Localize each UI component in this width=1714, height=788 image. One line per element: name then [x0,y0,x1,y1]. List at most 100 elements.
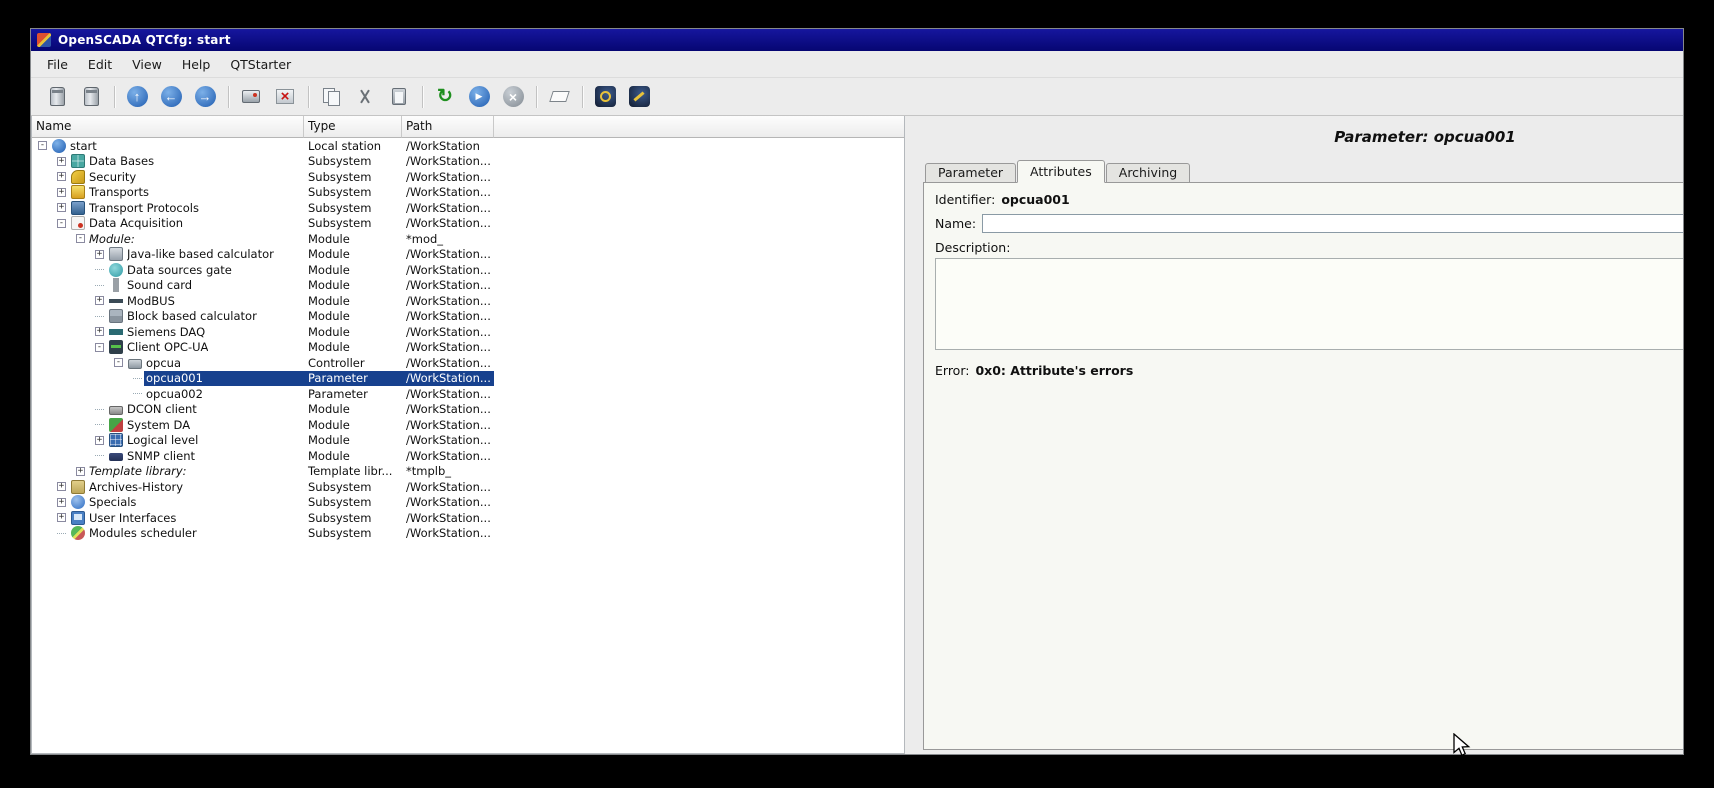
archives-icon [71,480,85,494]
menu-item-qtstarter[interactable]: QTStarter [220,54,301,75]
detail-title: Parameter: opcua001 [923,128,1683,146]
tree-item-type: Subsystem [304,169,402,185]
collapse-toggle-icon[interactable]: - [76,234,85,243]
expand-toggle-icon[interactable]: + [57,172,66,181]
go-forward-button[interactable]: → [189,82,221,112]
toolbar: ↑←→ × ↻ ▶ × [31,78,1683,116]
menu-item-edit[interactable]: Edit [78,54,122,75]
tree-row[interactable]: +Siemens DAQModule/WorkStation... [32,324,904,340]
tree-item-type: Subsystem [304,526,402,542]
save-to-db-button[interactable] [75,82,107,112]
tree-row[interactable]: +TransportsSubsystem/WorkStation... [32,185,904,201]
tree-row[interactable]: -opcuaController/WorkStation... [32,355,904,371]
tree-row[interactable]: +Archives-HistorySubsystem/WorkStation..… [32,479,904,495]
tree-row[interactable]: DCON clientModule/WorkStation... [32,402,904,418]
qtstarter-window-1-button[interactable] [589,82,621,112]
load-from-db-button[interactable] [41,82,73,112]
refresh-tree-button[interactable]: ↻ [429,82,461,112]
tree-row[interactable]: +Transport ProtocolsSubsystem/WorkStatio… [32,200,904,216]
tree-row[interactable]: SNMP clientModule/WorkStation... [32,448,904,464]
expand-toggle-icon[interactable]: + [57,498,66,507]
collapse-toggle-icon[interactable]: - [38,141,47,150]
tree-item-path: /WorkStation... [402,247,494,263]
stop-updating-button[interactable]: × [497,82,529,112]
tree-row[interactable]: +Logical levelModule/WorkStation... [32,433,904,449]
start-icon: ▶ [469,86,490,107]
expand-toggle-icon[interactable]: + [95,296,104,305]
tree-body: -startLocal station/WorkStation+Data Bas… [32,138,904,753]
tree-row[interactable]: +ModBUSModule/WorkStation... [32,293,904,309]
column-header-name[interactable]: Name [32,116,304,138]
expand-toggle-icon[interactable]: + [95,327,104,336]
column-header-type[interactable]: Type [304,116,402,138]
add-item-icon [242,90,260,103]
tree-row[interactable]: +Java-like based calculatorModule/WorkSt… [32,247,904,263]
tree-row[interactable]: -Client OPC-UAModule/WorkStation... [32,340,904,356]
tree-item-path: /WorkStation... [402,200,494,216]
menu-item-help[interactable]: Help [172,54,221,75]
tree-row[interactable]: -startLocal station/WorkStation [32,138,904,154]
tree-item-path: *mod_ [402,231,494,247]
tree-row[interactable]: +Data BasesSubsystem/WorkStation... [32,154,904,170]
tree-row[interactable]: System DAModule/WorkStation... [32,417,904,433]
expand-toggle-icon[interactable]: + [57,482,66,491]
splitter-handle[interactable] [905,116,913,754]
delete-item-button[interactable]: × [269,82,301,112]
erase-button[interactable] [543,82,575,112]
identifier-value: opcua001 [1001,192,1069,207]
expand-toggle-icon[interactable]: + [95,436,104,445]
tree-row[interactable]: -Module:Module*mod_ [32,231,904,247]
copy-item-button[interactable] [315,82,347,112]
tree-row[interactable]: +Template library:Template libr...*tmplb… [32,464,904,480]
tree-item-label: Data Acquisition [89,216,183,230]
tree-row[interactable]: Modules schedulerSubsystem/WorkStation..… [32,526,904,542]
tab-attributes[interactable]: Attributes [1017,160,1105,183]
qtstarter-window-2-button[interactable] [623,82,655,112]
expand-toggle-icon[interactable]: + [57,157,66,166]
cut-item-button[interactable] [349,82,381,112]
tree-item-path: /WorkStation... [402,526,494,542]
toolbar-separator [536,86,538,108]
tree-row[interactable]: -Data AcquisitionSubsystem/WorkStation..… [32,216,904,232]
menu-item-file[interactable]: File [37,54,78,75]
expand-toggle-icon[interactable]: + [57,513,66,522]
tree-branch-line [95,269,104,270]
tree-item-label: DCON client [127,402,197,416]
go-up-button[interactable]: ↑ [121,82,153,112]
paste-item-button[interactable] [383,82,415,112]
tree-row[interactable]: Data sources gateModule/WorkStation... [32,262,904,278]
menu-item-view[interactable]: View [122,54,172,75]
tree-row[interactable]: +SecuritySubsystem/WorkStation... [32,169,904,185]
title-bar[interactable]: OpenSCADA QTCfg: start [31,29,1683,51]
tab-parameter[interactable]: Parameter [925,163,1016,183]
column-header-path[interactable]: Path [402,116,494,138]
tree-row[interactable]: opcua002Parameter/WorkStation... [32,386,904,402]
tree-branch-line [95,316,104,317]
expand-toggle-icon[interactable]: + [57,203,66,212]
start-updating-button[interactable]: ▶ [463,82,495,112]
tree-row[interactable]: opcua001Parameter/WorkStation... [32,371,904,387]
refresh-icon: ↻ [435,86,456,107]
expand-toggle-icon[interactable]: + [57,188,66,197]
snmp-icon [109,453,123,461]
tree-row[interactable]: Block based calculatorModule/WorkStation… [32,309,904,325]
tree-item-type: Controller [304,355,402,371]
tree-row[interactable]: +User InterfacesSubsystem/WorkStation... [32,510,904,526]
tree-item-path: /WorkStation... [402,340,494,356]
expand-toggle-icon[interactable]: + [76,467,85,476]
tree-item-path: *tmplb_ [402,464,494,480]
add-item-button[interactable] [235,82,267,112]
tree-row[interactable]: Sound cardModule/WorkStation... [32,278,904,294]
tree-item-type: Module [304,278,402,294]
attributes-pane: Identifier: opcua001 Name: Description: … [923,182,1683,750]
tree-row[interactable]: +SpecialsSubsystem/WorkStation... [32,495,904,511]
name-input[interactable] [982,214,1683,233]
collapse-toggle-icon[interactable]: - [114,358,123,367]
collapse-toggle-icon[interactable]: - [95,343,104,352]
description-input[interactable] [935,258,1683,350]
go-back-button[interactable]: ← [155,82,187,112]
tab-archiving[interactable]: Archiving [1106,163,1190,183]
collapse-toggle-icon[interactable]: - [57,219,66,228]
expand-toggle-icon[interactable]: + [95,250,104,259]
tree-item-label: opcua [146,356,181,370]
